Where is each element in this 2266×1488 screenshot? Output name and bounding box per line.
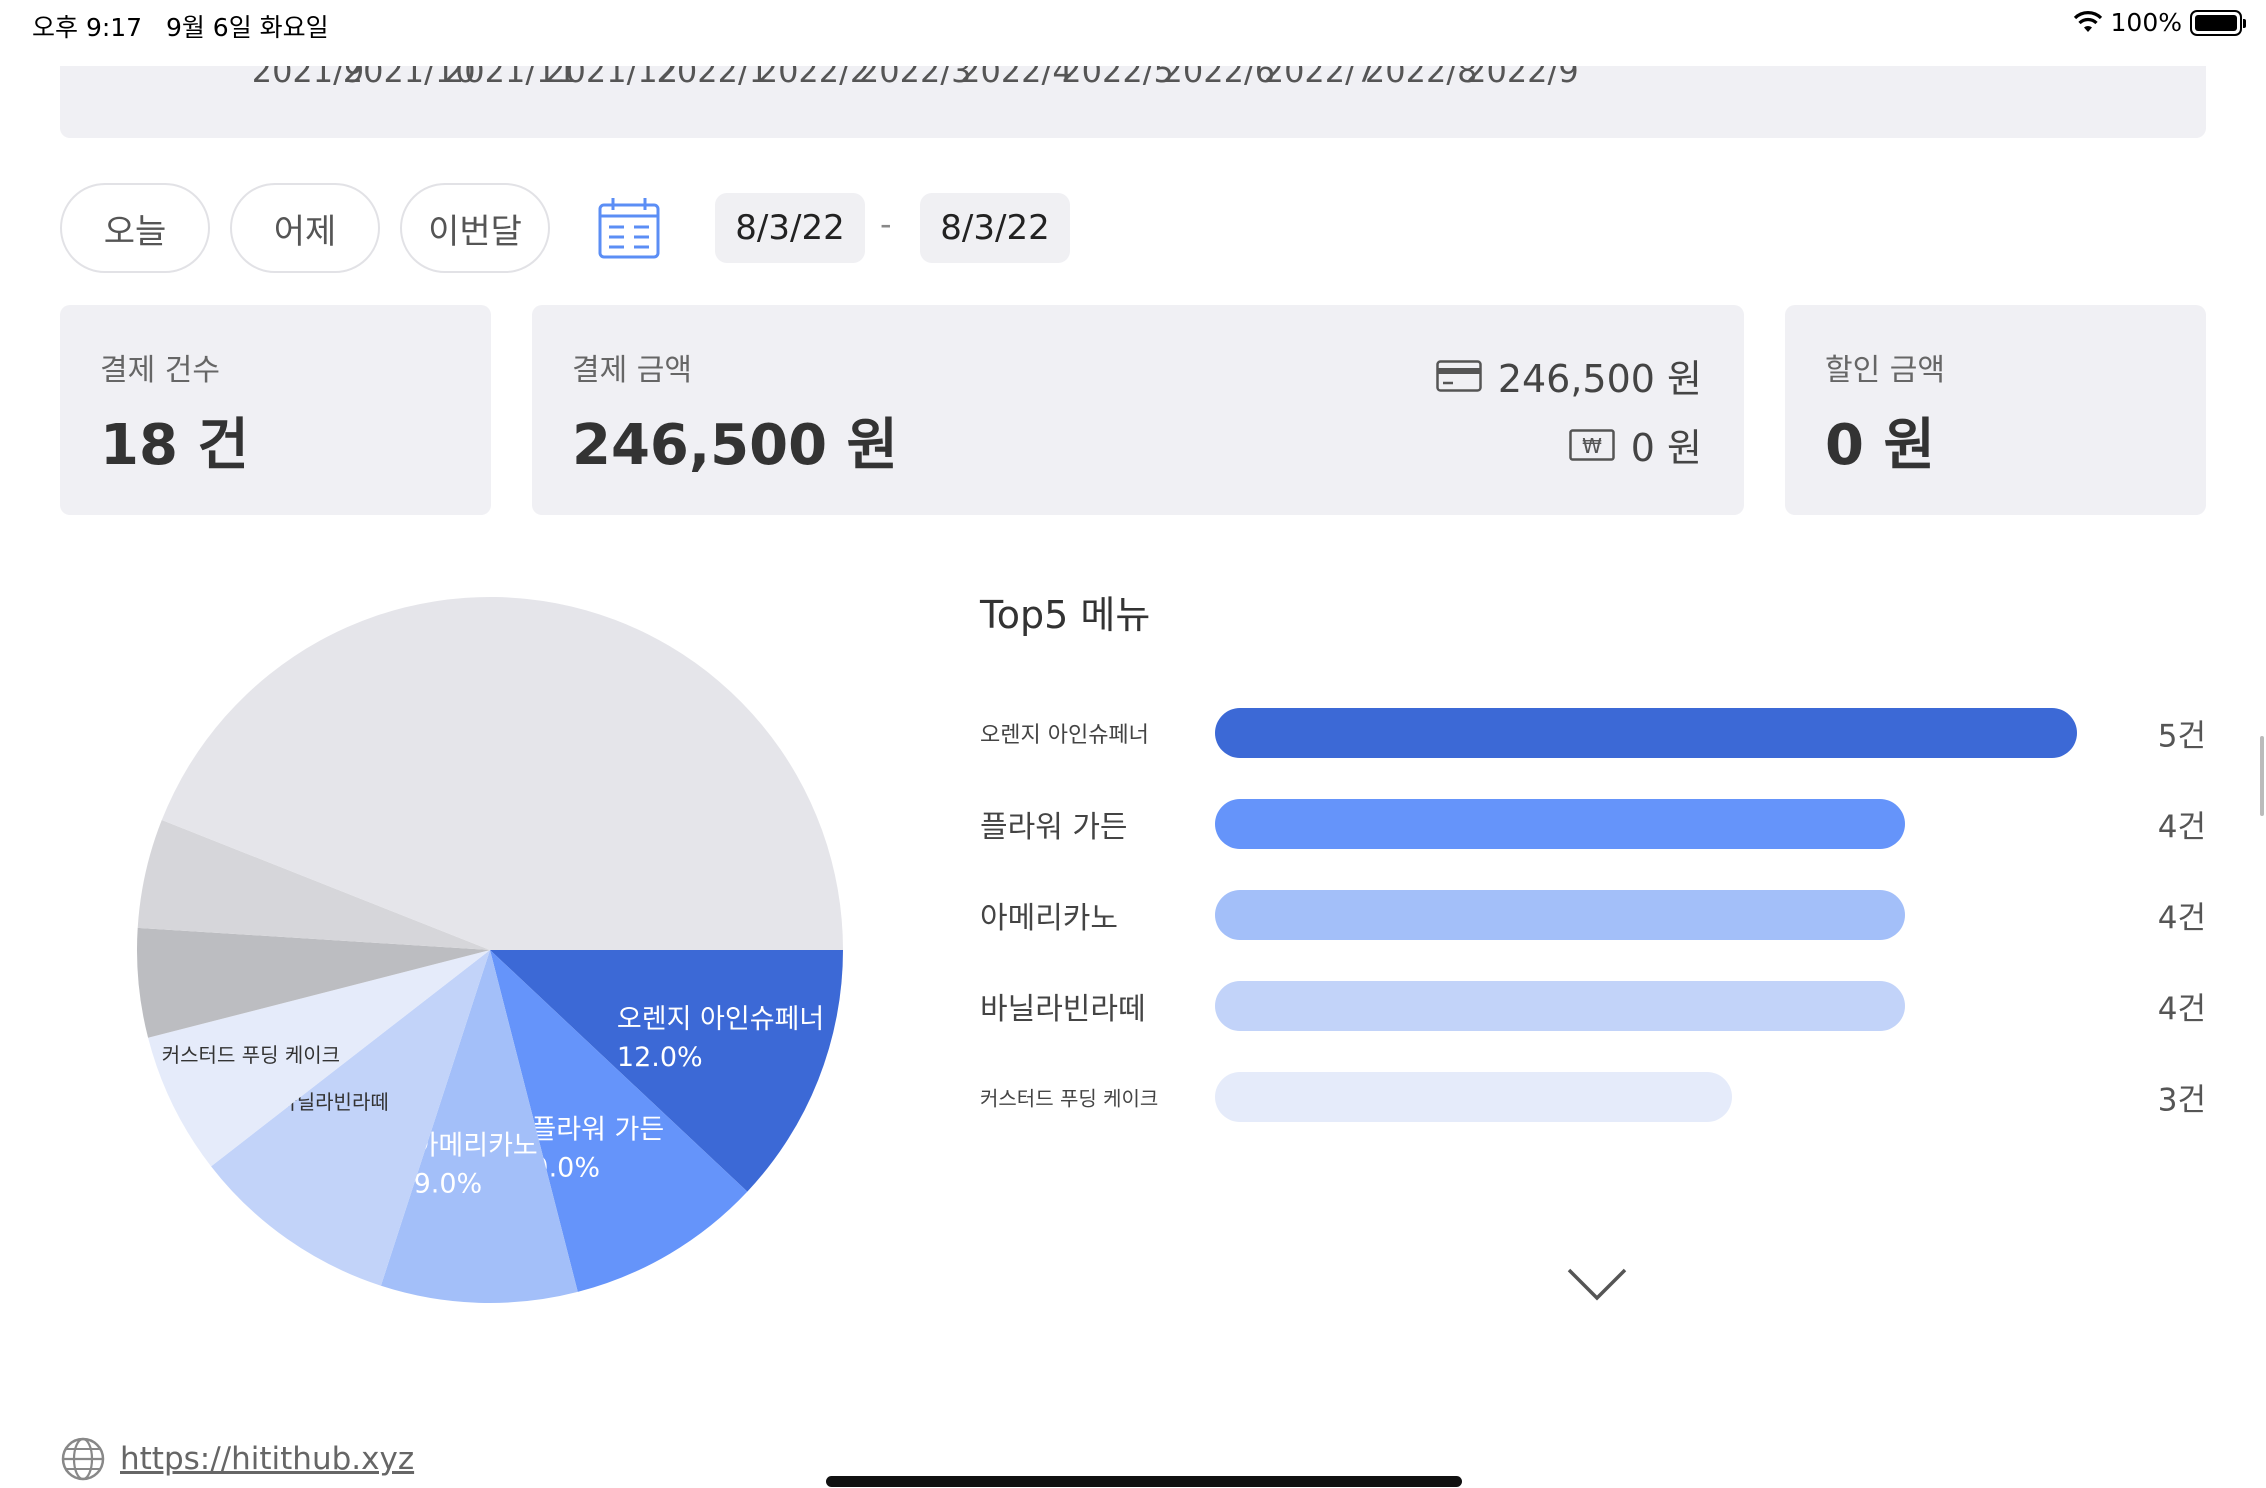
pie-slice-percent: 12.0% — [617, 1042, 703, 1073]
chevron-down-icon[interactable] — [1566, 1266, 1628, 1302]
chart-tick-label: 2022/5 — [1061, 66, 1174, 90]
cash-amount: 0 원 — [1630, 426, 1702, 470]
pie-slice-percent: 9.0% — [414, 1169, 483, 1200]
top5-menu-name: 오렌지 아인슈페너 — [980, 723, 1149, 748]
payment-count-value: 18 건 — [100, 413, 249, 478]
top5-row[interactable]: 커스터드 푸딩 케이크 3건 — [980, 1072, 2206, 1122]
top5-count: 3건 — [2157, 1082, 2206, 1119]
pie-slice-label: 오렌지 아인슈페너 — [617, 1004, 824, 1035]
chart-tick-label: 2022/4 — [960, 66, 1073, 90]
date-separator: - — [880, 205, 892, 243]
wifi-icon — [2073, 10, 2102, 32]
calendar-icon[interactable] — [598, 196, 660, 260]
top5-menu-name: 바닐라빈라떼 — [980, 992, 1146, 1027]
footer-link[interactable]: https://hitithub.xyz — [60, 1436, 414, 1482]
payment-count-card: 결제 건수 18 건 — [60, 305, 491, 515]
chart-tick-label: 2022/2 — [757, 66, 871, 90]
chart-tick-label: 2022/3 — [858, 66, 972, 90]
monthly-chart-panel: 2021/9 2021/10 2021/11 2021/12 2022/1 2022/2 2… — [60, 66, 2206, 138]
top5-count: 4건 — [2157, 900, 2206, 937]
top5-row[interactable]: 플라워 가든 4건 — [980, 799, 2206, 849]
card-amount-row: 246,500 원 — [1436, 348, 1702, 403]
discount-amount-value: 0 원 — [1825, 413, 1935, 478]
status-time: 오후 9:17 — [32, 13, 143, 42]
payment-amount-card: 결제 금액 246,500 원 246,500 원 ₩ 0 원 — [532, 305, 1744, 515]
top5-row[interactable]: 바닐라빈라떼 4건 — [980, 981, 2206, 1031]
chart-tick-label: 2022/6 — [1162, 66, 1276, 90]
top5-count: 4건 — [2157, 809, 2206, 846]
status-time-date: 오후 9:17 9월 6일 화요일 — [32, 8, 329, 44]
payment-amount-value: 246,500 원 — [572, 413, 899, 478]
footer-url[interactable]: https://hitithub.xyz — [120, 1441, 414, 1477]
sales-pie-chart: 오렌지 아인슈페너12.0%플라워 가든9.0%아메리카노9.0%바닐라빈라떼커… — [136, 597, 843, 1303]
card-amount: 246,500 원 — [1497, 357, 1702, 401]
start-date-field[interactable]: 8/3/22 — [715, 193, 865, 263]
status-right: 100% — [2073, 8, 2246, 37]
today-button[interactable]: 오늘 — [60, 183, 210, 273]
top5-bar — [1215, 1072, 1733, 1122]
top5-bar — [1215, 890, 1905, 940]
home-indicator — [826, 1476, 1462, 1487]
this-month-button[interactable]: 이번달 — [400, 183, 550, 273]
top5-count: 5건 — [2157, 718, 2206, 755]
yesterday-button[interactable]: 어제 — [230, 183, 380, 273]
top5-row[interactable]: 아메리카노 4건 — [980, 890, 2206, 940]
top5-title: Top5 메뉴 — [980, 593, 1151, 637]
top5-row[interactable]: 오렌지 아인슈페너 5건 — [980, 708, 2206, 758]
top5-menu-name: 플라워 가든 — [980, 810, 1128, 845]
cash-amount-row: ₩ 0 원 — [1569, 417, 1702, 472]
top5-count: 4건 — [2157, 991, 2206, 1028]
top5-bar — [1215, 708, 2077, 758]
pie-slice-label: 커스터드 푸딩 케이크 — [162, 1043, 340, 1067]
top5-menu-name: 커스터드 푸딩 케이크 — [980, 1086, 1159, 1111]
battery-percent: 100% — [2110, 8, 2182, 37]
chart-tick-label: 2022/8 — [1364, 66, 1478, 90]
credit-card-icon — [1436, 359, 1482, 392]
end-date-field[interactable]: 8/3/22 — [920, 193, 1070, 263]
battery-icon — [2190, 9, 2246, 36]
won-cash-icon: ₩ — [1569, 428, 1615, 461]
globe-icon — [61, 1437, 105, 1481]
payment-count-label: 결제 건수 — [100, 353, 220, 388]
top5-menu-name: 아메리카노 — [980, 901, 1118, 936]
svg-text:₩: ₩ — [1582, 434, 1602, 458]
pie-slice-label: 아메리카노 — [414, 1131, 538, 1162]
scroll-indicator[interactable] — [2260, 736, 2264, 816]
chart-tick-label: 2022/1 — [656, 66, 770, 90]
pie-slice-label: 플라워 가든 — [531, 1114, 664, 1145]
top5-bar — [1215, 799, 1905, 849]
discount-amount-label: 할인 금액 — [1825, 353, 1945, 388]
chart-tick-label: 2022/9 — [1466, 66, 1579, 90]
discount-amount-card: 할인 금액 0 원 — [1785, 305, 2206, 515]
chart-tick-label: 2022/7 — [1263, 66, 1377, 90]
top5-bar — [1215, 981, 1905, 1031]
battery-fill — [2195, 14, 2237, 31]
payment-amount-label: 결제 금액 — [572, 353, 692, 388]
status-date: 9월 6일 화요일 — [165, 13, 329, 42]
